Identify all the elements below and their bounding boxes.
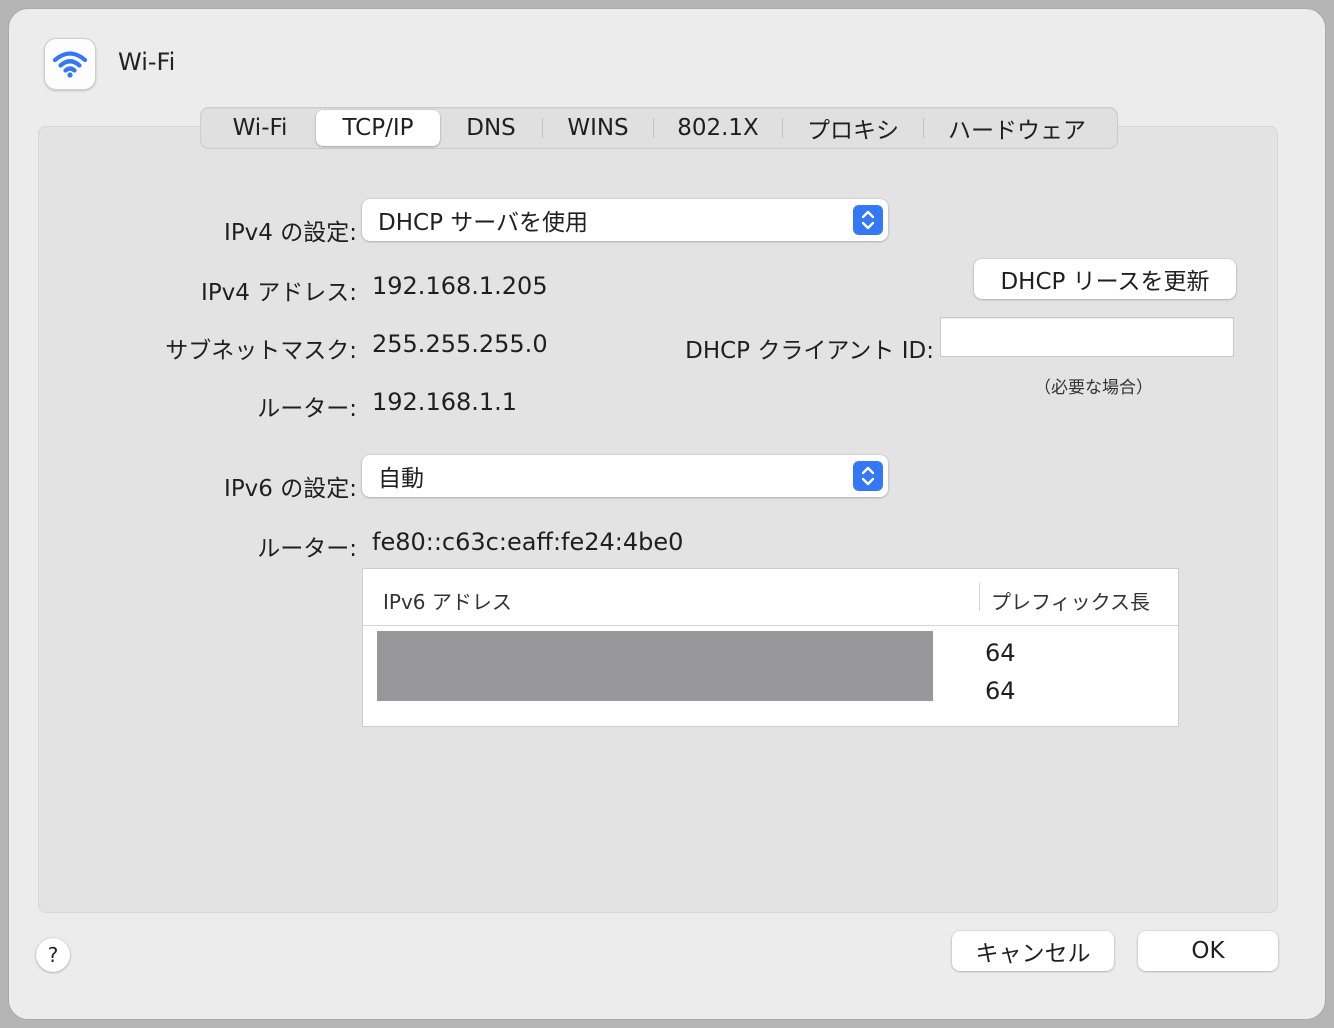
tab-dns[interactable]: DNS — [440, 110, 542, 146]
tab-proxies[interactable]: プロキシ — [783, 110, 923, 146]
column-header-prefix[interactable]: プレフィックス長 — [991, 586, 1150, 615]
table-row-prefix: 64 — [985, 639, 1016, 667]
ipv6-config-label: IPv6 の設定: — [224, 476, 357, 502]
window-title: Wi-Fi — [118, 48, 176, 76]
renew-dhcp-lease-button[interactable]: DHCP リースを更新 — [974, 259, 1236, 299]
dhcp-client-id-field[interactable] — [940, 317, 1234, 357]
tab-wins[interactable]: WINS — [543, 110, 653, 146]
column-header-address[interactable]: IPv6 アドレス — [383, 586, 512, 615]
ipv4-address-label: IPv4 アドレス: — [201, 280, 357, 306]
ipv6-config-value: 自動 — [378, 466, 424, 492]
help-button[interactable]: ? — [36, 938, 70, 972]
ipv6-router-value: fe80::c63c:eaff:fe24:4be0 — [372, 528, 684, 556]
ipv4-router-value: 192.168.1.1 — [372, 388, 518, 416]
ipv4-config-select[interactable]: DHCP サーバを使用 — [362, 199, 888, 241]
ipv4-config-value: DHCP サーバを使用 — [378, 210, 589, 236]
ipv6-address-table: IPv6 アドレス プレフィックス長 64 64 — [362, 568, 1179, 727]
tab-hardware[interactable]: ハードウェア — [924, 110, 1110, 146]
ipv4-config-label: IPv4 の設定: — [224, 220, 357, 246]
chevron-updown-icon — [853, 205, 883, 235]
dhcp-client-id-hint: （必要な場合） — [1034, 378, 1153, 398]
ipv4-router-label: ルーター: — [257, 396, 357, 422]
ipv6-config-select[interactable]: 自動 — [362, 455, 888, 497]
ipv4-address-value: 192.168.1.205 — [372, 272, 548, 300]
table-row-prefix: 64 — [985, 677, 1016, 705]
tab-bar: Wi-Fi TCP/IP DNS WINS 802.1X プロキシ ハードウェア — [200, 107, 1118, 149]
chevron-updown-icon — [853, 461, 883, 491]
ok-button[interactable]: OK — [1138, 931, 1278, 971]
subnet-mask-value: 255.255.255.0 — [372, 330, 548, 358]
table-header: IPv6 アドレス プレフィックス長 — [363, 569, 1178, 626]
subnet-mask-label: サブネットマスク: — [165, 338, 357, 364]
cancel-button[interactable]: キャンセル — [952, 931, 1114, 971]
tab-wifi[interactable]: Wi-Fi — [204, 110, 316, 146]
ipv6-router-label: ルーター: — [257, 536, 357, 562]
column-divider — [979, 583, 980, 611]
wifi-icon — [44, 38, 96, 90]
tab-tcpip[interactable]: TCP/IP — [316, 110, 440, 146]
redacted-addresses — [377, 631, 933, 701]
dhcp-client-id-label: DHCP クライアント ID: — [685, 338, 934, 364]
tab-8021x[interactable]: 802.1X — [654, 110, 782, 146]
